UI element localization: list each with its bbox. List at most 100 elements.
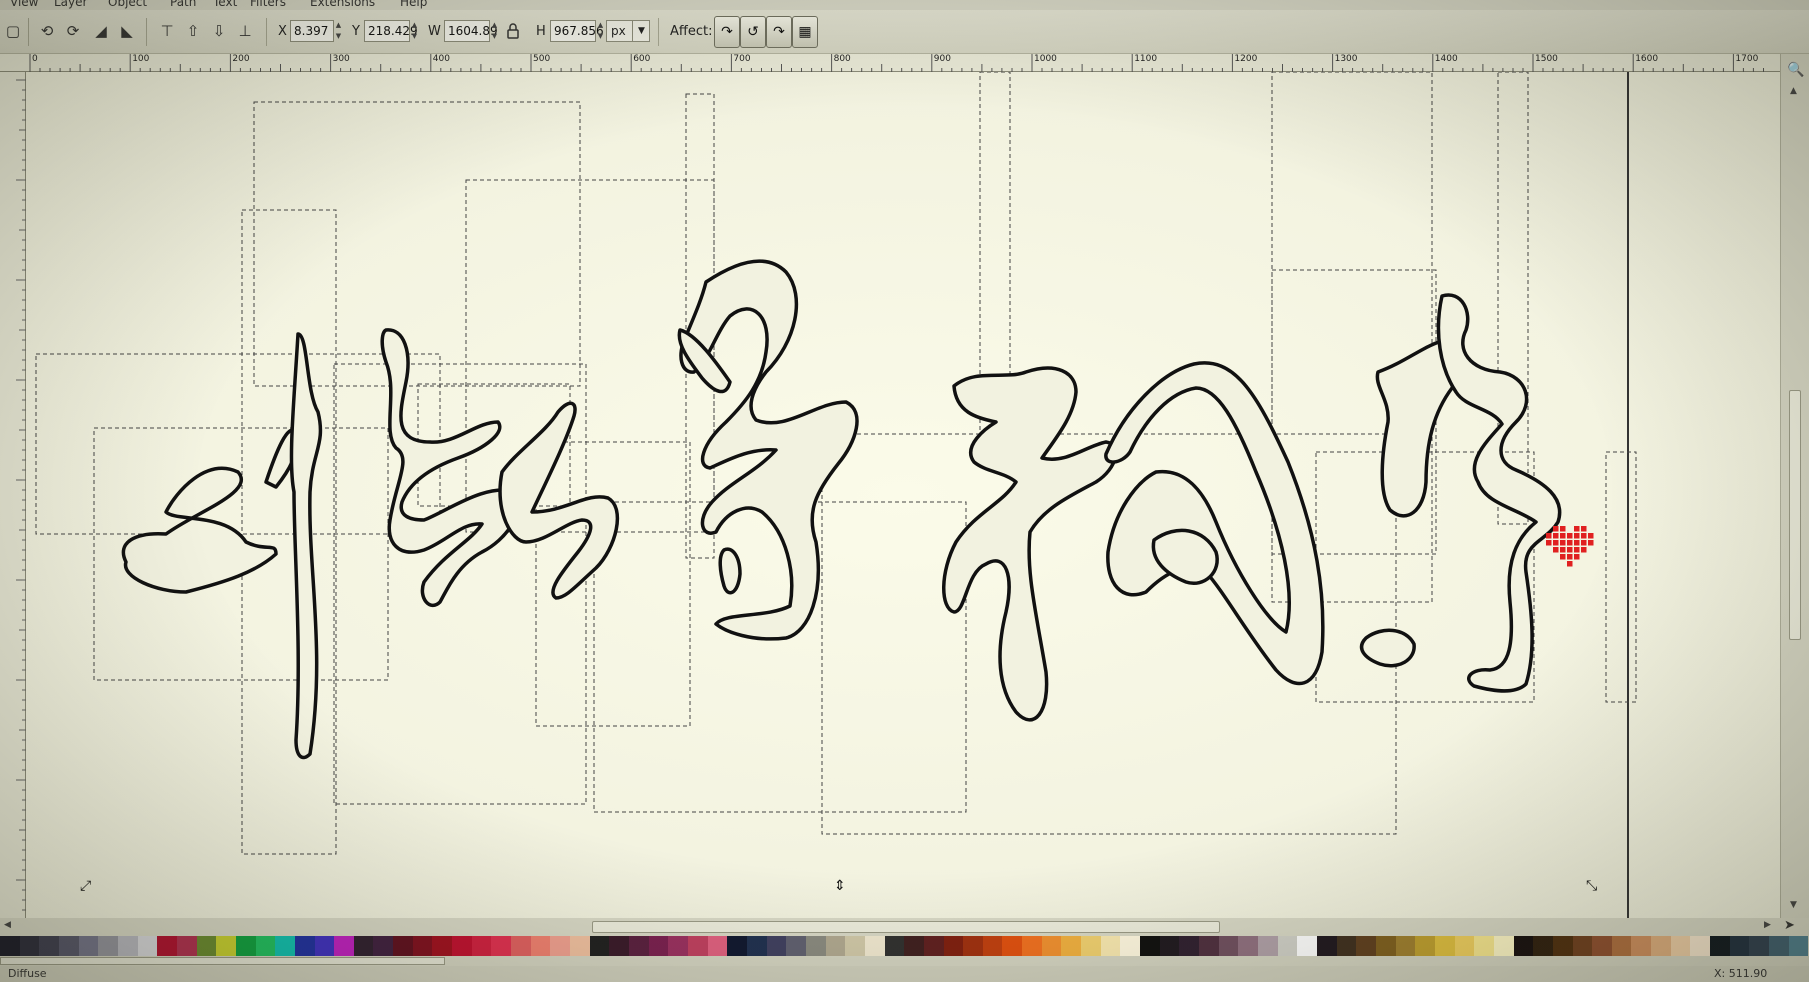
palette-swatch[interactable] <box>196 936 217 956</box>
palette-swatch[interactable] <box>609 936 629 956</box>
palette-swatch[interactable] <box>1769 936 1789 956</box>
palette-swatch[interactable] <box>39 936 59 956</box>
palette-swatch[interactable] <box>1159 936 1180 956</box>
palette-swatch[interactable] <box>1434 936 1455 956</box>
palette-swatch[interactable] <box>1415 936 1435 956</box>
x-field[interactable]: 8.397 <box>290 20 334 42</box>
palette-swatch[interactable] <box>687 936 708 956</box>
horizontal-ruler[interactable]: 0 100 200 300 400 500 600 700 800 900 1000 1100 1200… <box>0 54 1780 72</box>
menu-item-help[interactable]: Help <box>400 0 427 9</box>
palette-swatch[interactable] <box>570 936 590 956</box>
palette-swatch[interactable] <box>1356 936 1376 956</box>
palette-swatch[interactable] <box>1533 936 1553 956</box>
palette-swatch[interactable] <box>1002 936 1023 956</box>
palette-swatch[interactable] <box>1493 936 1514 956</box>
palette-swatch[interactable] <box>58 936 79 956</box>
palette-swatch[interactable] <box>216 936 236 956</box>
palette-swatch[interactable] <box>766 936 787 956</box>
palette-swatch[interactable] <box>1100 936 1121 956</box>
palette-swatch[interactable] <box>157 936 177 956</box>
palette-swatch[interactable] <box>1238 936 1258 956</box>
palette-swatch[interactable] <box>707 936 728 956</box>
palette-swatch[interactable] <box>1729 936 1750 956</box>
palette-swatch[interactable] <box>629 936 649 956</box>
palette-swatch[interactable] <box>176 936 197 956</box>
palette-swatch[interactable] <box>412 936 433 956</box>
scale-stroke-icon[interactable]: ↷ <box>714 16 740 48</box>
palette-swatch[interactable] <box>1277 936 1298 956</box>
palette-swatch[interactable] <box>1788 936 1809 956</box>
y-field[interactable]: 218.429 <box>364 20 418 42</box>
menu-item-view[interactable]: View <box>10 0 38 9</box>
x-spinner[interactable]: ▲ ▼ <box>334 20 343 42</box>
vertical-ruler[interactable] <box>0 72 26 918</box>
palette-swatch[interactable] <box>904 936 924 956</box>
palette-swatch[interactable] <box>275 936 295 956</box>
palette-swatch[interactable] <box>1631 936 1652 956</box>
horizontal-scroll-thumb[interactable] <box>592 921 1220 933</box>
scale-corners-icon[interactable]: ↺ <box>740 16 766 48</box>
raise-icon[interactable]: ⇧ <box>182 20 204 42</box>
menu-item-path[interactable]: Path <box>170 0 196 9</box>
palette-swatch[interactable] <box>491 936 512 956</box>
scroll-up-icon[interactable]: ▲ <box>1790 86 1797 96</box>
horizontal-scrollbar[interactable]: ◀ ▶ ➤ <box>0 918 1809 936</box>
palette-swatch[interactable] <box>963 936 983 956</box>
palette-swatch[interactable] <box>1611 936 1632 956</box>
palette-swatch[interactable] <box>1651 936 1671 956</box>
scroll-right-icon[interactable]: ▶ <box>1764 920 1771 930</box>
palette-swatch[interactable] <box>1552 936 1573 956</box>
palette-swatch[interactable] <box>353 936 374 956</box>
palette-swatch[interactable] <box>1081 936 1101 956</box>
palette-swatch[interactable] <box>943 936 964 956</box>
palette-swatch[interactable] <box>1592 936 1612 956</box>
palette-swatch[interactable] <box>648 936 669 956</box>
palette-swatch[interactable] <box>864 936 885 956</box>
palette-swatch[interactable] <box>668 936 688 956</box>
w-spinner[interactable]: ▲ ▼ <box>490 20 499 42</box>
menu-item-filters[interactable]: Filters <box>250 0 286 9</box>
menu-item-object[interactable]: Object <box>108 0 147 9</box>
palette-swatch[interactable] <box>1513 936 1534 956</box>
palette-swatch[interactable] <box>786 936 806 956</box>
palette-swatch[interactable] <box>19 936 40 956</box>
palette-swatch[interactable] <box>982 936 1003 956</box>
palette-swatch[interactable] <box>432 936 453 956</box>
vertical-scroll-thumb[interactable] <box>1789 390 1801 640</box>
palette-swatch[interactable] <box>1336 936 1357 956</box>
lower-to-bottom-icon[interactable]: ⊥ <box>234 20 256 42</box>
palette-swatch[interactable] <box>1690 936 1711 956</box>
palette-swatch[interactable] <box>1258 936 1278 956</box>
color-palette[interactable] <box>0 936 1809 956</box>
raise-to-top-icon[interactable]: ⊤ <box>156 20 178 42</box>
palette-swatch[interactable] <box>1218 936 1239 956</box>
palette-swatch[interactable] <box>845 936 865 956</box>
palette-swatch[interactable] <box>1061 936 1082 956</box>
palette-swatch[interactable] <box>1041 936 1062 956</box>
move-patterns-icon[interactable]: ▦ <box>792 16 818 48</box>
palette-swatch[interactable] <box>727 936 747 956</box>
palette-swatch[interactable] <box>1454 936 1475 956</box>
vertical-scrollbar[interactable]: 🔍 ▲ ▼ <box>1780 54 1809 918</box>
palette-swatch[interactable] <box>294 936 315 956</box>
palette-swatch[interactable] <box>805 936 826 956</box>
scroll-down-icon[interactable]: ▼ <box>1790 900 1797 910</box>
chevron-down-icon[interactable]: ▼ <box>632 21 650 41</box>
select-all-icon[interactable]: ▢ <box>2 20 24 42</box>
palette-swatch[interactable] <box>452 936 472 956</box>
scroll-left-icon[interactable]: ◀ <box>4 920 11 930</box>
palette-swatch[interactable] <box>923 936 944 956</box>
palette-swatch[interactable] <box>334 936 354 956</box>
palette-swatch[interactable] <box>1375 936 1396 956</box>
palette-scroll-thumb[interactable] <box>0 957 445 965</box>
palette-swatch[interactable] <box>1670 936 1691 956</box>
h-spinner[interactable]: ▲ ▼ <box>596 20 605 42</box>
palette-swatch[interactable] <box>98 936 118 956</box>
palette-swatch[interactable] <box>255 936 276 956</box>
rotate-ccw-icon[interactable]: ⟲ <box>36 20 58 42</box>
palette-swatch[interactable] <box>1710 936 1730 956</box>
palette-swatch[interactable] <box>471 936 492 956</box>
y-spinner[interactable]: ▲ ▼ <box>410 20 419 42</box>
palette-swatch[interactable] <box>393 936 413 956</box>
palette-swatch[interactable] <box>373 936 394 956</box>
